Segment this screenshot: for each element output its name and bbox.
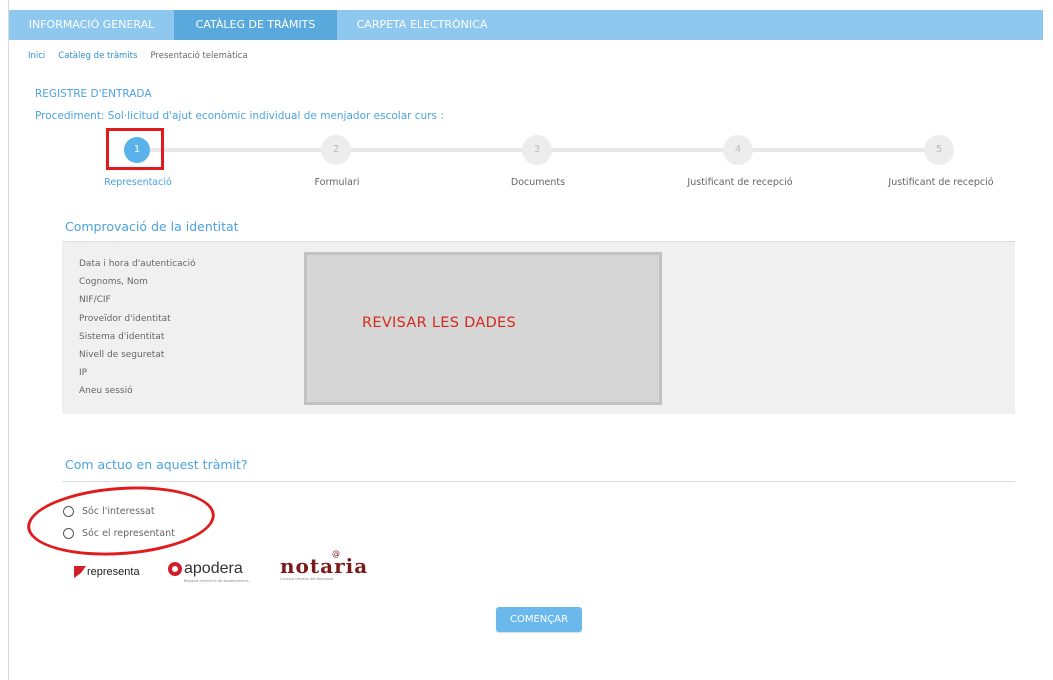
representa-mark-icon (74, 566, 86, 578)
step-circle-3[interactable]: 3 (522, 135, 552, 165)
identity-panel: Data i hora d'autenticació Cognoms, Nom … (62, 242, 1015, 414)
apodera-logo: apodera Registre electrònic de apoderame… (168, 560, 249, 583)
field-label-identity-provider: Proveïdor d'identitat (79, 313, 171, 324)
representa-logo-text: representa (87, 566, 140, 578)
breadcrumb-home-link[interactable]: Inici (28, 51, 45, 61)
step-label-4: Justificant de recepció (687, 177, 793, 188)
step-circle-5[interactable]: 5 (924, 135, 954, 165)
start-button[interactable]: COMENÇAR (496, 607, 582, 632)
step-label-3: Documents (510, 177, 566, 188)
redacted-values-box: REVISAR LES DADES (304, 252, 662, 405)
current-step-highlight-annotation (106, 128, 164, 170)
radio-options-highlight-annotation (24, 480, 218, 562)
step-circle-4[interactable]: 4 (723, 135, 753, 165)
tab-carpeta-electronica[interactable]: CARPETA ELECTRÒNICA (337, 10, 507, 40)
representa-logo: representa (74, 566, 140, 578)
identity-field-list: Data i hora d'autenticació Cognoms, Nom … (79, 258, 196, 404)
procedure-name: Procediment: Sol·licitud d'ajut econòmic… (35, 110, 444, 122)
field-label-auth-datetime: Data i hora d'autenticació (79, 259, 196, 269)
identity-section-title: Comprovació de la identitat (65, 219, 239, 234)
step-label-2: Formulari (314, 177, 360, 188)
field-label-ip: IP (79, 368, 88, 379)
acting-section-title: Com actuo en aquest tràmit? (65, 457, 248, 472)
apodera-ring-icon (168, 562, 182, 576)
review-data-note: REVISAR LES DADES (362, 315, 517, 331)
page-title: REGISTRE D'ENTRADA (35, 88, 152, 100)
left-frame-border (0, 0, 9, 680)
field-label-session: Aneu sessió (79, 386, 133, 397)
breadcrumb-catalog-link[interactable]: Catàleg de tràmits (58, 51, 137, 61)
apodera-logo-subtitle: Registre electrònic de apoderaments (184, 579, 249, 583)
right-frame-border (1043, 0, 1053, 680)
notaria-logo: notaria @ Consejo General del Notariado (280, 549, 369, 581)
breadcrumb: Inici Catàleg de tràmits Presentació tel… (28, 51, 248, 61)
apodera-logo-text: apodera (184, 560, 243, 577)
field-label-security-level: Nivell de seguretat (79, 349, 165, 360)
tab-informacio-general[interactable]: INFORMACIÓ GENERAL (9, 10, 174, 40)
breadcrumb-current: Presentació telemàtica (150, 51, 248, 61)
field-label-full-name: Cognoms, Nom (79, 277, 148, 288)
notaria-logo-text: notaria (280, 554, 369, 578)
section-divider (62, 481, 1015, 482)
step-label-5: Justificant de recepció (888, 177, 994, 188)
at-sign-icon: @ (332, 549, 340, 558)
step-label-1: Representació (104, 177, 172, 188)
top-navigation: INFORMACIÓ GENERAL CATÀLEG DE TRÀMITS CA… (9, 10, 1043, 40)
field-label-identity-system: Sistema d'identitat (79, 331, 165, 342)
step-circle-2[interactable]: 2 (321, 135, 351, 165)
field-label-nif: NIF/CIF (79, 295, 111, 306)
notaria-logo-subtitle: Consejo General del Notariado (280, 577, 334, 581)
tab-cataleg-tramits[interactable]: CATÀLEG DE TRÀMITS (174, 10, 337, 40)
